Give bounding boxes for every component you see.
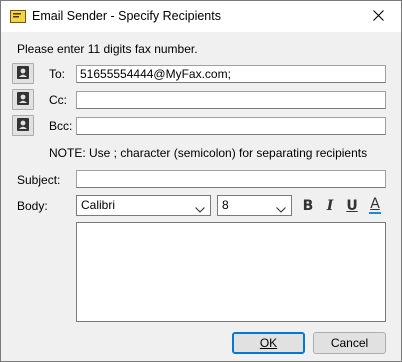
bold-button[interactable]: B — [299, 197, 317, 215]
cancel-button[interactable]: Cancel — [313, 332, 386, 354]
ok-button[interactable]: OK — [232, 332, 305, 354]
body-textarea[interactable] — [76, 222, 386, 322]
to-label: To: — [49, 67, 66, 81]
cc-address-book-button[interactable] — [12, 89, 34, 110]
italic-icon: I — [326, 198, 334, 214]
font-size-value: 8 — [222, 198, 229, 212]
separator-note: NOTE: Use ; character (semicolon) for se… — [49, 146, 368, 160]
close-icon — [372, 9, 384, 24]
cc-field[interactable] — [76, 91, 386, 109]
subject-field[interactable] — [76, 170, 386, 188]
window-title: Email Sender - Specify Recipients — [32, 9, 221, 23]
bcc-address-book-button[interactable] — [12, 115, 34, 136]
ok-button-label: OK — [259, 336, 278, 350]
to-field[interactable]: 51655554444@MyFax.com; — [76, 65, 386, 83]
close-button[interactable] — [355, 1, 401, 32]
font-color-button[interactable]: A — [366, 197, 384, 215]
italic-button[interactable]: I — [321, 197, 339, 215]
font-color-icon: A — [370, 196, 380, 212]
underline-icon: U — [346, 198, 358, 214]
chevron-down-icon — [195, 202, 205, 217]
to-address-book-button[interactable] — [12, 63, 34, 84]
bcc-label: Bcc: — [49, 119, 73, 133]
bcc-field[interactable] — [76, 117, 386, 135]
contact-card-icon — [17, 65, 29, 82]
body-label: Body: — [17, 199, 48, 213]
chevron-down-icon — [276, 202, 286, 217]
font-name-value: Calibri — [81, 198, 116, 212]
contact-card-icon — [17, 117, 29, 134]
cc-label: Cc: — [49, 93, 67, 107]
font-color-swatch — [369, 212, 381, 214]
email-sender-dialog: Email Sender - Specify Recipients Please… — [0, 0, 402, 362]
title-bar: Email Sender - Specify Recipients — [1, 1, 401, 32]
subject-label: Subject: — [17, 173, 61, 187]
contact-card-icon — [17, 91, 29, 108]
cancel-button-label: Cancel — [330, 336, 369, 350]
envelope-icon — [10, 10, 26, 23]
font-size-select[interactable]: 8 — [217, 195, 292, 216]
bold-icon: B — [302, 198, 314, 214]
instructions-text: Please enter 11 digits fax number. — [17, 42, 198, 56]
underline-button[interactable]: U — [343, 197, 361, 215]
font-name-select[interactable]: Calibri — [76, 195, 211, 216]
